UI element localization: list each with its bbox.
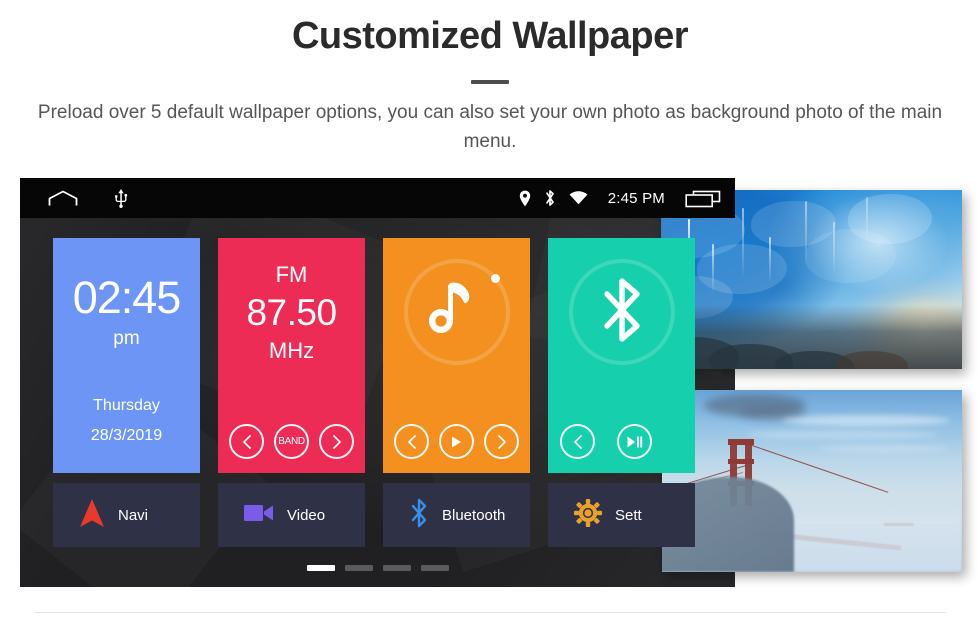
title-divider	[471, 79, 509, 84]
app-bluetooth[interactable]: Bluetooth	[383, 483, 530, 547]
video-camera-icon	[244, 502, 274, 529]
radio-controls: BAND	[218, 424, 365, 459]
tile-music[interactable]	[383, 238, 530, 473]
app-shortcut-row: Navi Video Bluetooth Sett	[53, 483, 713, 547]
wifi-icon	[569, 191, 588, 205]
bluetooth-controls	[548, 424, 695, 459]
page-dot-1[interactable]	[306, 565, 335, 571]
recents-windows-icon[interactable]	[685, 188, 721, 208]
app-video-label: Video	[287, 506, 326, 524]
tile-clock[interactable]: 02:45 pm Thursday 28/3/2019	[53, 238, 200, 473]
bluetooth-play-pause-button[interactable]	[617, 424, 652, 459]
status-bar-time: 2:45 PM	[607, 189, 665, 207]
location-pin-icon	[519, 190, 531, 207]
clock-time: 02:45	[72, 272, 182, 323]
tile-bluetooth[interactable]	[548, 238, 695, 473]
page-subtitle: Preload over 5 default wallpaper options…	[37, 101, 943, 153]
clock-ampm: pm	[113, 328, 140, 349]
bluetooth-ring	[568, 259, 675, 365]
bluetooth-icon	[597, 277, 647, 348]
radio-next-button[interactable]	[319, 424, 354, 459]
page-indicator	[20, 565, 735, 571]
page-dot-4[interactable]	[420, 565, 449, 571]
radio-band-button[interactable]: BAND	[274, 424, 309, 459]
navigation-arrow-icon	[79, 498, 105, 533]
music-ring-dot	[490, 274, 500, 283]
app-navi-label: Navi	[118, 506, 149, 524]
page-dot-3[interactable]	[382, 565, 411, 571]
bluetooth-icon	[544, 189, 556, 207]
clock-date: 28/3/2019	[90, 427, 163, 444]
tile-grid: 02:45 pm Thursday 28/3/2019 FM 87.50 MHz…	[53, 238, 713, 473]
gear-icon	[574, 498, 602, 532]
page-root: Customized Wallpaper Preload over 5 defa…	[0, 0, 980, 623]
radio-frequency: 87.50	[246, 292, 337, 333]
clock-weekday: Thursday	[93, 397, 160, 414]
radio-band-label: FM	[275, 262, 308, 287]
app-navi[interactable]: Navi	[53, 483, 200, 547]
bluetooth-icon	[409, 498, 429, 533]
radio-frequency-unit: MHz	[268, 338, 315, 363]
app-settings-label: Sett	[615, 506, 642, 524]
usb-icon	[114, 188, 128, 208]
tile-radio[interactable]: FM 87.50 MHz BAND	[218, 238, 365, 473]
app-video[interactable]: Video	[218, 483, 365, 547]
page-title: Customized Wallpaper	[291, 15, 689, 57]
radio-band-button-label: BAND	[278, 436, 305, 447]
status-bar: 2:45 PM	[20, 178, 735, 218]
home-icon[interactable]	[48, 190, 78, 207]
car-head-unit-screen: 2:45 PM 02:45 pm Thursday 28/3/2019 FM 8…	[20, 178, 735, 587]
page-dot-2[interactable]	[344, 565, 373, 571]
music-prev-button[interactable]	[394, 424, 429, 459]
section-divider	[34, 612, 946, 613]
music-note-icon	[428, 281, 485, 344]
bluetooth-prev-button[interactable]	[560, 424, 595, 459]
music-play-button[interactable]	[439, 424, 474, 459]
radio-prev-button[interactable]	[229, 424, 264, 459]
music-next-button[interactable]	[484, 424, 519, 459]
music-controls	[383, 424, 530, 459]
music-ring	[403, 259, 510, 365]
app-bluetooth-label: Bluetooth	[442, 506, 506, 524]
app-settings[interactable]: Sett	[548, 483, 695, 547]
header: Customized Wallpaper Preload over 5 defa…	[0, 0, 980, 156]
